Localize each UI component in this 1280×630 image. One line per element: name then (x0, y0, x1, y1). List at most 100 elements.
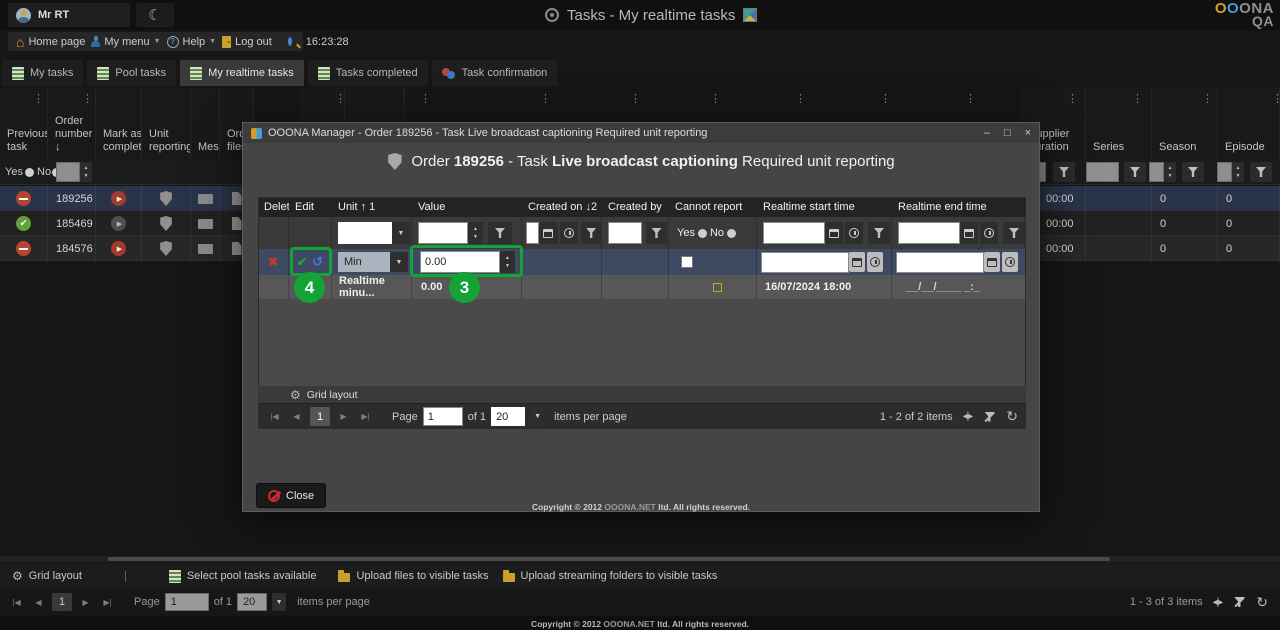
select-pool-tasks-button[interactable]: Select pool tasks available (169, 570, 317, 583)
grid-layout-button[interactable]: ⚙Grid layout (12, 569, 82, 583)
last-page-button[interactable]: ▶| (357, 408, 374, 425)
col-header-created-by[interactable]: Created by (602, 197, 669, 217)
col-header-messages[interactable]: Mess (191, 88, 220, 160)
page-1-button[interactable]: 1 (310, 407, 330, 426)
per-page-dropdown-button[interactable]: ▼ (272, 593, 286, 611)
realtime-end-filter-button[interactable] (1003, 222, 1025, 244)
col-header-mark-complete[interactable]: Mark as complete (96, 88, 142, 160)
tab-tasks-completed[interactable]: Tasks completed (308, 60, 428, 86)
col-header-edit[interactable]: Edit (289, 197, 332, 217)
realtime-start-filter-input[interactable] (763, 222, 825, 244)
data-row[interactable]: Realtime minu... 0.00 16/07/2024 18:00 _… (258, 275, 1026, 299)
column-menu-icon[interactable]: ⋮ (630, 92, 641, 105)
column-menu-icon[interactable]: ⋮ (33, 92, 44, 105)
filter-no-radio[interactable] (727, 229, 736, 238)
column-menu-icon[interactable]: ⋮ (540, 92, 551, 105)
monitor-icon[interactable] (198, 219, 213, 229)
help-dropdown[interactable]: ?Help▼ (167, 36, 217, 48)
tab-my-tasks[interactable]: My tasks (2, 60, 83, 86)
per-page-select[interactable]: 20 (491, 407, 525, 426)
supplier-duration-filter-button[interactable] (1053, 162, 1075, 182)
episode-filter-input[interactable] (1217, 162, 1232, 182)
col-header-realtime-end[interactable]: Realtime end time (892, 197, 1026, 217)
clear-filters-icon[interactable] (982, 410, 996, 424)
created-by-filter-input[interactable] (608, 222, 642, 244)
realtime-start-input[interactable] (761, 252, 849, 273)
created-by-filter-button[interactable] (646, 222, 667, 244)
tab-my-realtime-tasks[interactable]: My realtime tasks (180, 60, 304, 86)
order-number-filter-input[interactable] (56, 162, 80, 182)
column-menu-icon[interactable]: ⋮ (880, 92, 891, 105)
series-filter-button[interactable] (1124, 162, 1146, 182)
realtime-start-filter-button[interactable] (868, 222, 890, 244)
col-header-realtime-start[interactable]: Realtime start time (757, 197, 892, 217)
monitor-icon[interactable] (198, 194, 213, 204)
realtime-start-calendar-button[interactable] (849, 252, 865, 272)
play-icon[interactable]: ▶ (111, 191, 126, 206)
unit-filter-select[interactable] (338, 222, 392, 244)
realtime-end-filter-input[interactable] (898, 222, 960, 244)
episode-spinner[interactable]: ▲▼ (1232, 162, 1244, 182)
series-filter-input[interactable] (1086, 162, 1119, 182)
col-header-unit-reporting[interactable]: Unit reporting (142, 88, 191, 160)
tab-task-confirmation[interactable]: Task confirmation (432, 60, 558, 86)
prev-page-button[interactable]: ◀ (288, 408, 305, 425)
order-number-spinner[interactable]: ▲▼ (80, 162, 92, 182)
search-icon[interactable] (288, 37, 292, 46)
per-page-select[interactable]: 20 (237, 593, 267, 611)
page-input[interactable] (165, 593, 209, 611)
realtime-start-clock-button[interactable] (867, 252, 883, 272)
shield-icon[interactable] (160, 241, 173, 256)
unit-select[interactable]: Min (338, 252, 390, 272)
prev-page-button[interactable]: ◀ (30, 594, 47, 611)
column-menu-icon[interactable]: ⋮ (82, 92, 93, 105)
my-menu-dropdown[interactable]: My menu▼ (91, 36, 160, 48)
unit-filter-dropdown-button[interactable]: ▼ (392, 222, 410, 244)
column-menu-icon[interactable]: ⋮ (1067, 92, 1078, 105)
clear-filters-icon[interactable] (1232, 595, 1246, 609)
page-1-button[interactable]: 1 (52, 593, 72, 611)
column-menu-icon[interactable]: ⋮ (335, 92, 346, 105)
col-header-value[interactable]: Value (412, 197, 522, 217)
col-header-delete[interactable]: Delet (258, 197, 289, 217)
column-menu-icon[interactable]: ⋮ (420, 92, 431, 105)
log-out-button[interactable]: Log out (222, 36, 272, 48)
episode-filter-button[interactable] (1250, 162, 1272, 182)
col-header-cannot-report[interactable]: Cannot report (669, 197, 757, 217)
upload-files-button[interactable]: Upload files to visible tasks (338, 570, 488, 582)
home-page-link[interactable]: ⌂Home page (16, 36, 85, 48)
realtime-end-clock-button[interactable] (1002, 252, 1018, 272)
play-icon[interactable]: ▶ (111, 241, 126, 256)
resize-columns-icon[interactable]: ◂|▸ (1213, 597, 1223, 608)
scrollbar-thumb[interactable] (108, 557, 1110, 561)
maximize-button[interactable]: □ (1004, 127, 1011, 139)
col-header-unit[interactable]: Unit ↑ 1 (332, 197, 412, 217)
horizontal-scrollbar[interactable] (0, 556, 1280, 562)
value-filter-spinner[interactable]: ▲▼ (468, 222, 483, 244)
dialog-title-bar[interactable]: OOONA Manager - Order 189256 - Task Live… (243, 123, 1039, 143)
created-on-clock-button[interactable] (560, 222, 579, 244)
season-spinner[interactable]: ▲▼ (1164, 162, 1176, 182)
created-on-filter-button[interactable] (581, 222, 601, 244)
realtime-end-input[interactable] (896, 252, 984, 273)
monitor-icon[interactable] (198, 244, 213, 254)
last-page-button[interactable]: ▶| (99, 594, 116, 611)
close-window-button[interactable]: × (1025, 127, 1031, 139)
dark-mode-toggle[interactable]: ☾ (136, 3, 174, 27)
column-menu-icon[interactable]: ⋮ (965, 92, 976, 105)
season-filter-button[interactable] (1182, 162, 1204, 182)
unit-dropdown-button[interactable]: ▼ (390, 252, 408, 272)
tab-pool-tasks[interactable]: Pool tasks (87, 60, 176, 86)
shield-icon[interactable] (160, 191, 173, 206)
refresh-icon[interactable]: ↻ (1256, 594, 1268, 611)
col-header-created-on[interactable]: Created on ↓2 (522, 197, 602, 217)
resize-columns-icon[interactable]: ◂|▸ (963, 411, 973, 422)
grid-layout-bar[interactable]: ⚙ Grid layout (258, 386, 1026, 404)
column-menu-icon[interactable]: ⋮ (1272, 92, 1280, 105)
refresh-icon[interactable]: ↻ (1006, 408, 1018, 425)
cannot-report-checkbox[interactable] (713, 283, 722, 292)
column-menu-icon[interactable]: ⋮ (795, 92, 806, 105)
cannot-report-checkbox[interactable] (681, 256, 693, 268)
delete-icon[interactable]: ✖ (268, 255, 278, 269)
column-menu-icon[interactable]: ⋮ (710, 92, 721, 105)
